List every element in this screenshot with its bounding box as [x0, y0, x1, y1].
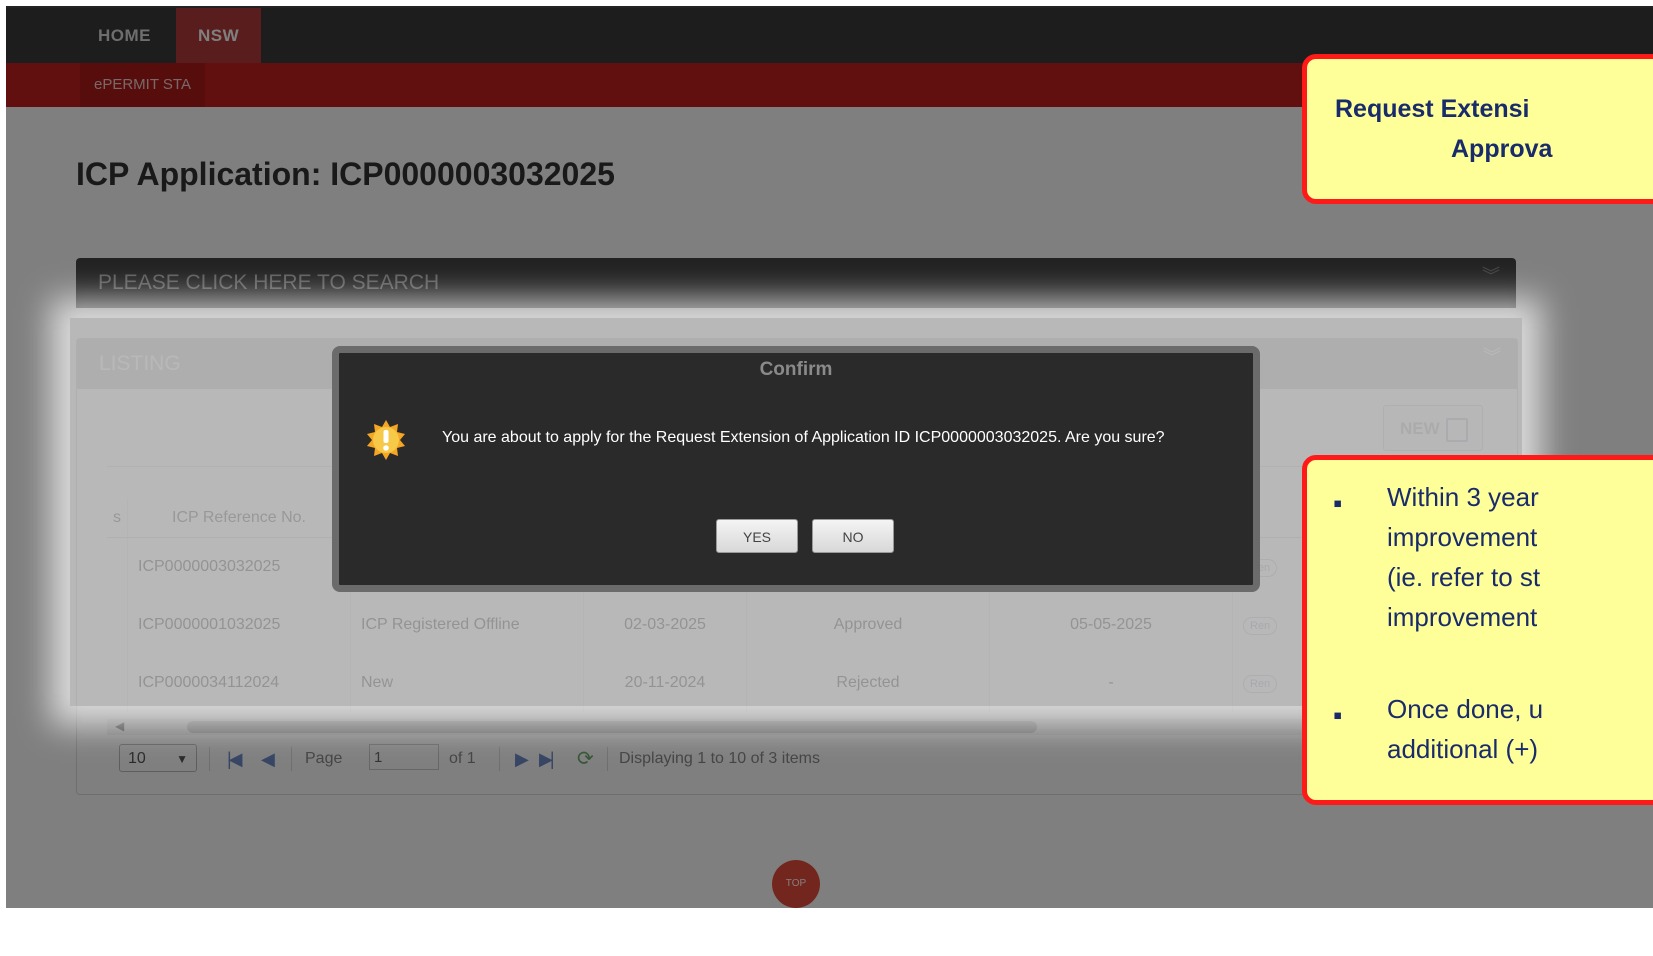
scrollbar-thumb[interactable] [187, 721, 1037, 733]
cell-status: Approved [746, 596, 990, 654]
new-button[interactable]: NEW [1383, 405, 1483, 451]
scroll-left-icon[interactable]: ◀ [115, 719, 124, 733]
cell-type: ICP Registered Offline [350, 596, 584, 654]
nav-tab-home[interactable]: HOME [76, 8, 173, 63]
callout-text-line: improvement [1387, 522, 1538, 552]
cell-icp-ref: ICP0000034112024 [127, 654, 351, 712]
cell-type: New [350, 654, 584, 712]
cell-icp-ref: ICP0000001032025 [127, 596, 351, 654]
callout-instructions: ▪ Within 3 year improvement (ie. refer t… [1302, 455, 1653, 805]
page-count-label: of 1 [449, 750, 476, 767]
yes-button[interactable]: YES [716, 519, 798, 553]
next-page-icon[interactable]: ▶ [515, 741, 529, 777]
to-top-button[interactable]: TOP [772, 860, 820, 908]
prev-page-icon[interactable]: ◀ [261, 741, 275, 777]
divider [607, 747, 608, 771]
chevron-down-icon: ▼ [176, 752, 188, 766]
page-size-value: 10 [128, 750, 146, 767]
callout-text-line: Within 3 year [1387, 482, 1539, 512]
dialog-title: Confirm [759, 359, 833, 380]
renew-button[interactable]: Ren [1243, 616, 1278, 635]
callout-text-line: improvement [1387, 602, 1538, 632]
callout-title-line2: Approva [1451, 135, 1553, 163]
divider [209, 747, 210, 771]
search-panel-label: PLEASE CLICK HERE TO SEARCH [98, 271, 440, 294]
warning-icon [367, 420, 405, 460]
listing-panel-label: LISTING [99, 352, 181, 375]
bullet-icon: ▪ [1333, 700, 1343, 730]
new-document-icon [1446, 418, 1468, 442]
callout-request-extension: Request Extensi Approva [1302, 54, 1653, 204]
nav-tab-nsw[interactable]: NSW [176, 8, 262, 63]
cell-end-date: - [989, 654, 1233, 712]
column-header-icp-ref[interactable]: ICP Reference No. [127, 499, 351, 538]
bullet-icon: ▪ [1333, 488, 1343, 518]
cell-end-date: 05-05-2025 [989, 596, 1233, 654]
search-panel-header[interactable]: PLEASE CLICK HERE TO SEARCH ︾ [76, 258, 1516, 308]
new-button-label: NEW [1400, 419, 1440, 438]
cell-date: 02-03-2025 [583, 596, 747, 654]
callout-text-line: Once done, u [1387, 694, 1544, 724]
first-page-icon[interactable]: |◀ [227, 741, 242, 777]
callout-text-line: (ie. refer to st [1387, 562, 1541, 592]
chevron-down-icon[interactable]: ︾ [1482, 267, 1500, 285]
divider [499, 747, 500, 771]
page-title: ICP Application: ICP0000003032025 [76, 156, 615, 192]
callout-title-line1: Request Extensi [1335, 95, 1530, 123]
last-page-icon[interactable]: ▶| [539, 741, 554, 777]
chevron-down-icon[interactable]: ︾ [1483, 348, 1501, 366]
dialog-message: You are about to apply for the Request E… [442, 429, 1165, 446]
page-size-select[interactable]: 10 ▼ [119, 744, 197, 772]
renew-button[interactable]: Ren [1243, 674, 1278, 693]
column-header[interactable]: s [107, 499, 128, 538]
cell-status: Rejected [746, 654, 990, 712]
cell-icp-ref: ICP0000003032025 [127, 537, 351, 596]
divider [291, 747, 292, 771]
sub-nav-item-epermit-sta[interactable]: ePERMIT STA [80, 63, 205, 107]
page-label: Page [305, 750, 343, 767]
callout-text-line: additional (+) [1387, 734, 1539, 764]
pager-summary: Displaying 1 to 10 of 3 items [619, 750, 820, 767]
refresh-icon[interactable]: ⟳ [577, 741, 594, 777]
no-button[interactable]: NO [812, 519, 894, 553]
cell-date: 20-11-2024 [583, 654, 747, 712]
page-number-input[interactable]: 1 [369, 744, 439, 770]
confirm-dialog: Confirm You are about to apply for the R… [332, 346, 1260, 592]
